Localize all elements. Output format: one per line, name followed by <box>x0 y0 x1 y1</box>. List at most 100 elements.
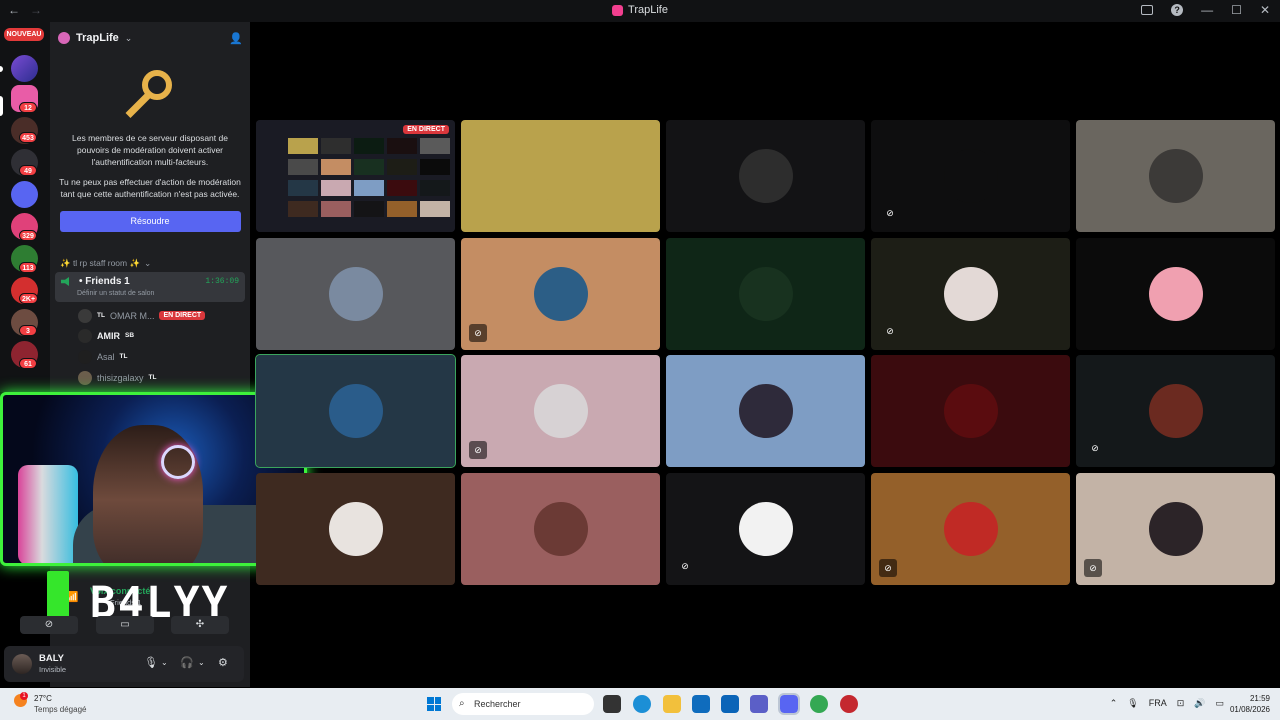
discord-icon[interactable] <box>778 693 800 715</box>
user-status: Invisible <box>39 665 67 674</box>
guild-header[interactable]: TrapLife ⌄ 👤 <box>50 22 250 54</box>
screen-share-button[interactable]: ▭ <box>96 616 154 634</box>
microphone-icon[interactable]: 🎙 <box>144 656 158 669</box>
voice-member[interactable]: TL OMAR M... EN DIRECT <box>78 307 206 324</box>
video-tile[interactable]: ⊘ <box>871 472 1070 585</box>
muted-microphone-icon: ⊘ <box>469 441 487 459</box>
video-tile[interactable]: EN DIRECT <box>256 120 455 232</box>
video-tile[interactable] <box>461 472 660 585</box>
participant-avatar <box>738 501 793 556</box>
windows-taskbar: 1 27°C Temps dégagé ⌕ Rechercher ⌃ 🎙 FRA… <box>0 688 1280 720</box>
taskbar-search[interactable]: ⌕ Rechercher <box>452 693 594 715</box>
video-tile[interactable] <box>1076 120 1275 232</box>
forward-arrow-icon[interactable]: → <box>30 3 42 17</box>
taskbar-clock[interactable]: 21:59 01/08/2026 <box>1230 693 1270 715</box>
live-badge: EN DIRECT <box>159 311 206 320</box>
video-tile[interactable]: ⊘ <box>871 237 1070 350</box>
video-tile[interactable]: ⊘ <box>871 120 1070 232</box>
settings-gear-icon[interactable]: ⚙ <box>218 656 228 669</box>
activities-button[interactable]: ✣ <box>171 616 229 634</box>
video-tile[interactable] <box>256 472 455 585</box>
close-icon[interactable]: ✕ <box>1260 3 1270 17</box>
window-title-text: TrapLife <box>628 4 668 16</box>
headphones-icon[interactable]: 🎧 <box>180 656 194 669</box>
volume-icon[interactable]: 🔊 <box>1194 698 1205 709</box>
search-icon: ⌕ <box>459 698 465 709</box>
network-icon[interactable]: ⊡ <box>1177 698 1185 709</box>
task-view-icon[interactable] <box>603 695 621 713</box>
participant-avatar <box>1148 501 1203 556</box>
video-tile[interactable] <box>666 237 865 350</box>
unread-indicator <box>0 66 3 72</box>
channel-status-input[interactable]: Définir un statut de salon <box>77 290 154 297</box>
weather-description: Temps dégagé <box>34 705 87 714</box>
member-name: AMIR <box>97 330 120 341</box>
participant-avatar <box>328 384 383 438</box>
category-label: ✨ tl rp staff room ✨ <box>60 258 141 268</box>
help-icon[interactable]: ? <box>1171 4 1184 16</box>
avatar[interactable] <box>12 654 32 674</box>
chrome-icon[interactable] <box>810 695 828 713</box>
video-tile[interactable]: ⊘ <box>1076 355 1275 467</box>
outlook-icon[interactable] <box>721 695 739 713</box>
member-tag: TL <box>97 312 105 319</box>
chevron-down-icon[interactable]: ⌄ <box>198 658 205 667</box>
participant-avatar <box>533 384 588 438</box>
server-rail: NOUVEAU 12 453 49 329 113 2K+ 3 61 <box>0 22 50 392</box>
preview-cell <box>420 180 450 196</box>
edge-icon[interactable] <box>633 695 651 713</box>
store-icon[interactable] <box>692 695 710 713</box>
chevron-down-icon[interactable]: ⌄ <box>161 658 168 667</box>
minimize-icon[interactable]: — <box>1201 3 1213 17</box>
app-icon[interactable] <box>840 695 858 713</box>
preview-cell <box>387 159 417 175</box>
video-tile[interactable]: ⊘ <box>1076 472 1275 585</box>
video-tile[interactable] <box>666 120 865 232</box>
history-nav: ← → <box>8 3 42 17</box>
weather-alert-badge: 1 <box>20 692 28 700</box>
microphone-graphic <box>18 465 78 563</box>
participant-avatar <box>328 501 383 556</box>
speaker-icon <box>61 277 69 286</box>
server-icon[interactable] <box>11 55 38 82</box>
language-indicator[interactable]: FRA <box>1149 698 1167 709</box>
mention-badge: 49 <box>19 165 37 176</box>
video-tile[interactable]: ⊘ <box>461 237 660 350</box>
video-tile[interactable]: ⊘ <box>461 355 660 467</box>
server-icon[interactable] <box>11 181 38 208</box>
video-tile[interactable] <box>256 237 455 350</box>
preview-cell <box>321 201 351 217</box>
voice-member[interactable]: AMIR SB <box>78 327 134 344</box>
window-controls: ? — ☐ ✕ <box>1141 3 1270 17</box>
back-arrow-icon[interactable]: ← <box>8 3 20 17</box>
microphone-icon[interactable]: 🎙 <box>1127 698 1138 709</box>
voice-member[interactable]: thisizgalaxy TL <box>78 369 156 386</box>
category-header[interactable]: ✨ tl rp staff room ✨ ⌄ <box>60 258 151 269</box>
voice-member[interactable]: Asal TL <box>78 348 127 365</box>
video-tile[interactable] <box>871 355 1070 467</box>
file-explorer-icon[interactable] <box>663 695 681 713</box>
voice-channel[interactable]: • Friends 1 1:36:09 Définir un statut de… <box>55 272 245 302</box>
video-tile[interactable] <box>461 120 660 232</box>
preview-cell <box>354 180 384 196</box>
maximize-icon[interactable]: ☐ <box>1231 3 1242 17</box>
chevron-down-icon: ⌄ <box>144 258 152 268</box>
window-title: TrapLife <box>612 4 668 16</box>
inbox-icon[interactable] <box>1141 5 1154 15</box>
participant-avatar <box>533 501 588 556</box>
mention-badge: 61 <box>19 358 37 369</box>
participant-avatar <box>738 149 793 203</box>
chevron-up-icon[interactable]: ⌃ <box>1110 698 1118 709</box>
video-tile[interactable] <box>1076 237 1275 350</box>
windows-start-icon[interactable] <box>427 697 441 711</box>
video-tile[interactable] <box>666 355 865 467</box>
camera-off-button[interactable]: ⊘ <box>20 616 78 634</box>
video-tile[interactable] <box>255 354 456 468</box>
battery-icon[interactable]: ▭ <box>1215 698 1224 709</box>
resolve-button[interactable]: Résoudre <box>59 211 241 232</box>
teams-icon[interactable] <box>750 695 768 713</box>
guild-icon <box>58 32 70 44</box>
add-member-icon[interactable]: 👤 <box>229 32 243 45</box>
video-tile[interactable]: ⊘ <box>666 472 865 585</box>
new-servers-badge[interactable]: NOUVEAU <box>4 28 44 41</box>
